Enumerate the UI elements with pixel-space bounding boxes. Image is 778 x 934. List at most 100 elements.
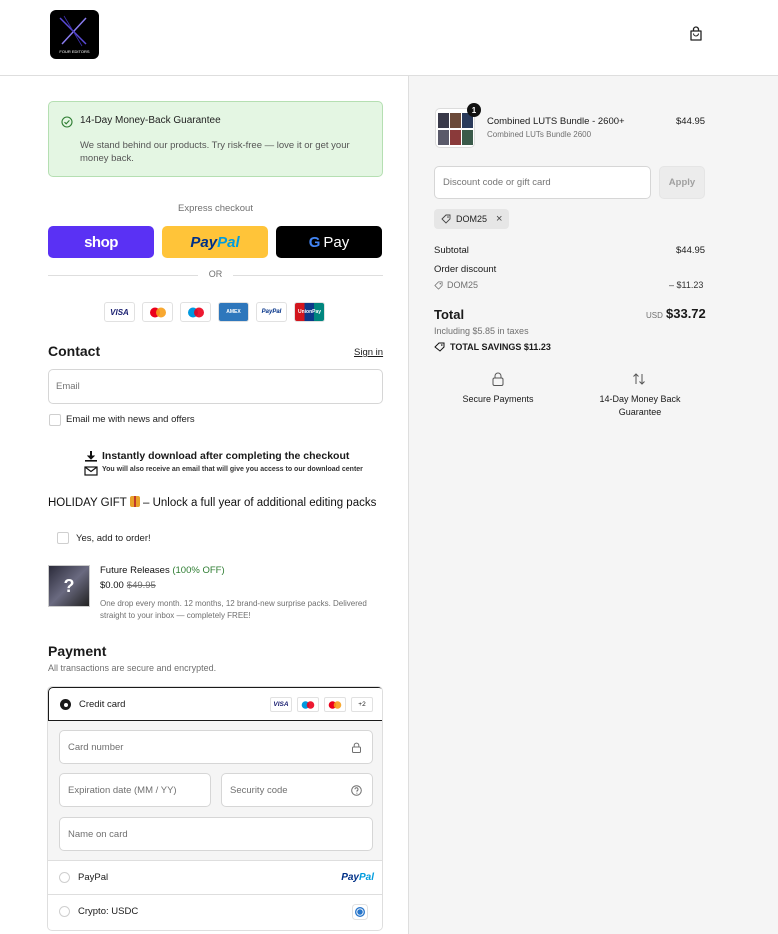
maestro-icon <box>297 697 319 712</box>
credit-card-brands: VISA +2 <box>270 697 373 712</box>
crypto-radio[interactable] <box>59 906 70 917</box>
guarantee-description: We stand behind our products. Try risk-f… <box>80 140 350 164</box>
paypal-option-label: PayPal <box>78 872 109 883</box>
name-placeholder: Name on card <box>68 828 128 840</box>
expiration-placeholder: Expiration date (MM / YY) <box>68 784 177 796</box>
google-g-icon: G <box>308 233 321 251</box>
contact-heading: Contact <box>48 343 101 359</box>
security-code-field[interactable]: Security code <box>221 773 373 807</box>
product-variant: Combined LUTs Bundle 2600 <box>487 130 592 139</box>
discount-tag-code: DOM25 <box>456 214 488 224</box>
paypal-logo-icon: PayPal <box>341 872 374 883</box>
payment-subheading: All transactions are secure and encrypte… <box>48 663 217 673</box>
news-label: Email me with news and offers <box>66 414 195 425</box>
google-pay-label: Pay <box>323 233 350 251</box>
credit-card-label: Credit card <box>79 699 126 710</box>
shop-pay-label: shop <box>84 233 118 251</box>
visa-icon: VISA <box>270 697 292 712</box>
or-divider: OR <box>48 268 383 282</box>
lock-icon <box>492 372 504 386</box>
future-releases-description: One drop every month. 12 months, 12 bran… <box>100 599 367 620</box>
apply-button[interactable]: Apply <box>659 166 705 199</box>
currency-code: USD <box>646 311 663 320</box>
product-price: $44.95 <box>676 116 706 127</box>
sign-in-link[interactable]: Sign in <box>354 347 383 358</box>
order-summary-panel <box>408 76 778 934</box>
help-circle-icon[interactable] <box>351 785 362 796</box>
credit-card-fields: Card number Expiration date (MM / YY) Se… <box>48 721 382 861</box>
payment-heading: Payment <box>48 643 107 659</box>
product-name: Combined LUTS Bundle - 2600+ <box>487 116 625 127</box>
future-old-price: $49.95 <box>126 580 156 591</box>
mastercard-icon <box>324 697 346 712</box>
google-pay-button[interactable]: G Pay <box>276 226 382 258</box>
subtotal-value: $44.95 <box>676 245 706 256</box>
maestro-card-icon <box>180 302 211 322</box>
guarantee-title: 14-Day Money-Back Guarantee <box>80 115 221 126</box>
tag-icon <box>434 280 443 290</box>
future-discount: (100% OFF) <box>172 565 225 576</box>
download-subtitle: You will also receive an email that will… <box>102 466 363 473</box>
future-releases-image: ? <box>48 565 90 607</box>
divider-line <box>233 275 383 276</box>
add-to-order-label: Yes, add to order! <box>76 533 151 544</box>
shop-pay-button[interactable]: shop <box>48 226 154 258</box>
news-checkbox[interactable] <box>49 414 61 426</box>
lock-icon <box>352 742 361 753</box>
tag-icon <box>441 214 451 224</box>
crypto-option-label: Crypto: USDC <box>78 906 139 917</box>
more-cards-badge: +2 <box>351 697 373 712</box>
tax-note: Including $5.85 in taxes <box>434 326 529 336</box>
download-title: Instantly download after completing the … <box>102 450 350 462</box>
paypal-button[interactable]: Pay Pal <box>162 226 268 258</box>
total-savings: TOTAL SAVINGS $11.23 <box>434 342 551 352</box>
gift-icon <box>129 496 140 507</box>
paypal-logo-part2: Pal <box>358 872 374 883</box>
discount-code-input[interactable] <box>434 166 651 199</box>
future-releases-title: Future Releases (100% OFF) <box>100 565 225 576</box>
visa-card-icon: VISA <box>104 302 135 322</box>
mastercard-icon <box>142 302 173 322</box>
credit-card-radio[interactable] <box>60 699 71 710</box>
subtotal-label: Subtotal <box>434 245 469 256</box>
applied-code-text: DOM25 <box>447 280 479 290</box>
payment-methods: Credit card VISA +2 Card number Expirati… <box>47 686 383 931</box>
remove-discount-icon[interactable]: × <box>496 213 502 225</box>
secure-payments-label: Secure Payments <box>462 394 534 404</box>
card-number-field[interactable]: Card number <box>59 730 373 764</box>
savings-tag-icon <box>434 342 445 352</box>
holiday-gift-heading: HOLIDAY GIFT – Unlock a full year of add… <box>48 496 376 509</box>
express-checkout-label: Express checkout <box>178 203 253 214</box>
credit-card-option[interactable]: Credit card VISA +2 <box>48 687 382 721</box>
total-value: $33.72 <box>666 306 706 321</box>
crypto-usdc-option[interactable]: Crypto: USDC <box>48 895 382 929</box>
paypal-option[interactable]: PayPal PayPal <box>48 861 382 895</box>
guarantee-banner: 14-Day Money-Back Guarantee We stand beh… <box>48 101 383 177</box>
email-field[interactable] <box>48 369 383 404</box>
name-on-card-field[interactable]: Name on card <box>59 817 373 851</box>
discount-value: – $11.23 <box>669 280 704 290</box>
paypal-radio[interactable] <box>59 872 70 883</box>
expiration-date-field[interactable]: Expiration date (MM / YY) <box>59 773 211 807</box>
download-icon <box>84 451 98 476</box>
applied-code: DOM25 <box>434 280 478 290</box>
paypal-card-icon: PayPal <box>256 302 287 322</box>
unionpay-card-icon: UnionPay <box>294 302 325 322</box>
quantity-badge: 1 <box>467 103 481 117</box>
total-label: Total <box>434 307 465 322</box>
shopping-bag-icon[interactable] <box>688 26 704 42</box>
logo-mark: FOUR EDITORS <box>59 15 90 54</box>
swap-arrows-icon <box>633 373 645 385</box>
total-savings-text: TOTAL SAVINGS $11.23 <box>450 342 551 352</box>
future-releases-price: $0.00 $49.95 <box>100 580 156 591</box>
money-back-label: 14-Day Money Back Guarantee <box>599 394 681 417</box>
future-price: $0.00 <box>100 580 124 591</box>
discount-tag: DOM25 × <box>434 209 509 229</box>
svg-text:FOUR EDITORS: FOUR EDITORS <box>59 49 89 54</box>
accepted-cards: VISA AMEX PayPal UnionPay <box>104 302 325 322</box>
card-number-placeholder: Card number <box>68 741 124 753</box>
check-circle-icon <box>61 116 73 128</box>
security-placeholder: Security code <box>230 784 288 796</box>
store-logo[interactable]: FOUR EDITORS <box>50 10 99 59</box>
add-to-order-checkbox[interactable] <box>57 532 69 544</box>
